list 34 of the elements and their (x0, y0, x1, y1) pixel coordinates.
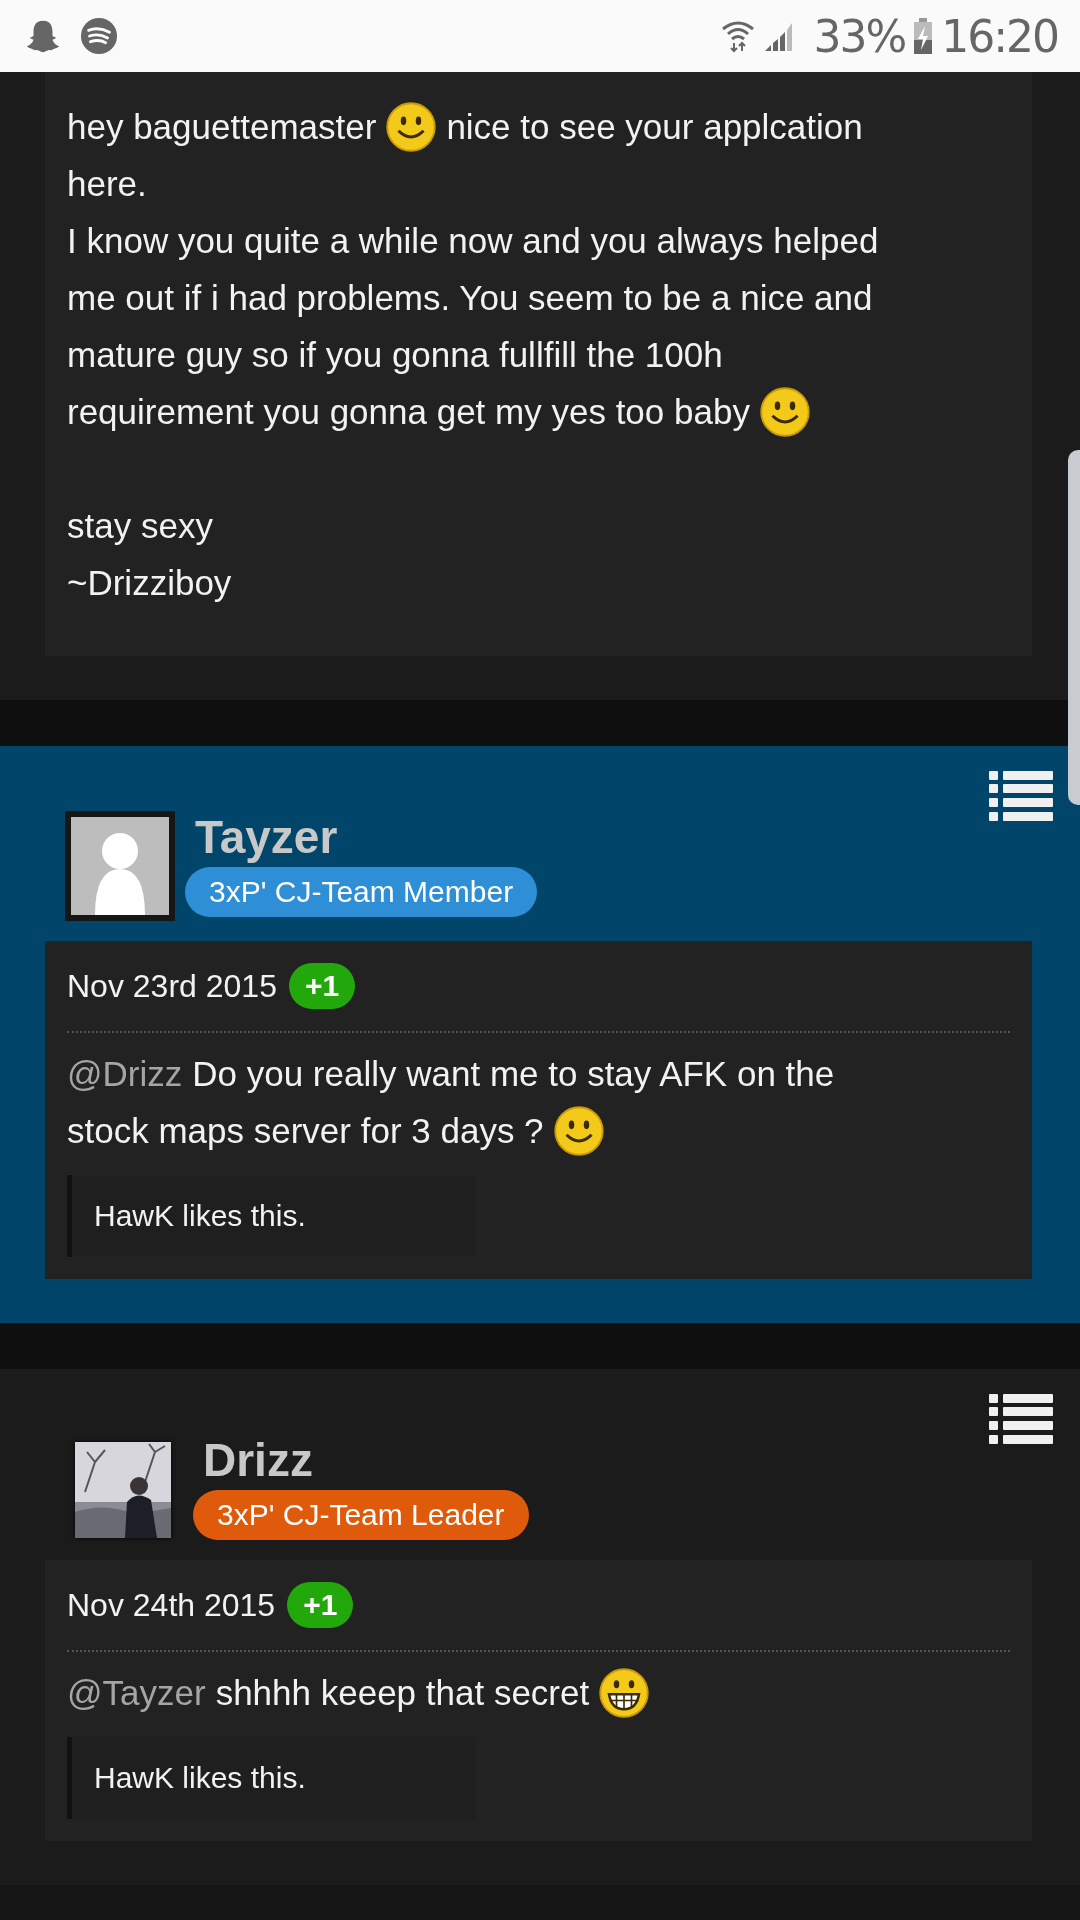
smiley-icon (553, 1105, 604, 1156)
message-text: stock maps server for 3 days ? (67, 1110, 544, 1152)
rank-badge: 3xP' CJ-Team Member (185, 867, 538, 917)
message-text: ~Drizziboy (67, 562, 232, 604)
post-date: Nov 23rd 2015 (67, 967, 277, 1005)
likes-text[interactable]: HawK likes this. (94, 1199, 306, 1232)
list-menu-icon[interactable] (989, 1394, 1053, 1444)
scrollbar[interactable] (1068, 450, 1080, 805)
mention-link[interactable]: @Drizz (67, 1045, 183, 1102)
battery-percent: 33% (813, 10, 906, 62)
message-text: here. (67, 163, 147, 205)
message-text: me out if i had problems. You seem to be a nice and (67, 277, 873, 319)
smiley-icon (386, 101, 437, 152)
message-text: requirement you gonna get my yes too baby (67, 391, 750, 433)
message-text: shhhh keeep that secret (215, 1672, 590, 1714)
battery-charging-icon (913, 18, 934, 54)
message-text: I know you quite a while now and you always helped (67, 220, 879, 262)
author-name[interactable]: Tayzer (195, 811, 338, 863)
message-text: nice to see your applcation (446, 106, 863, 148)
mention-link[interactable]: @Tayzer (67, 1664, 206, 1721)
message-text: stay sexy (67, 505, 213, 547)
clock-time: 16:20 (941, 10, 1058, 62)
message-text: mature guy so if you gonna fullfill the 100h (67, 334, 723, 376)
list-menu-icon[interactable] (989, 771, 1053, 821)
message-text: Do you really want me to stay AFK on the (192, 1053, 835, 1095)
avatar-silhouette-icon[interactable] (65, 811, 175, 921)
likes-text[interactable]: HawK likes this. (94, 1761, 306, 1794)
post-date: Nov 24th 2015 (67, 1586, 276, 1624)
smiley-icon (759, 386, 810, 437)
author-name[interactable]: Drizz (203, 1434, 313, 1486)
rank-badge: 3xP' CJ-Team Leader (193, 1490, 529, 1540)
message-text: hey baguettemaster (67, 106, 377, 148)
grin-icon (599, 1667, 650, 1718)
sound-waves-icon (80, 17, 118, 55)
